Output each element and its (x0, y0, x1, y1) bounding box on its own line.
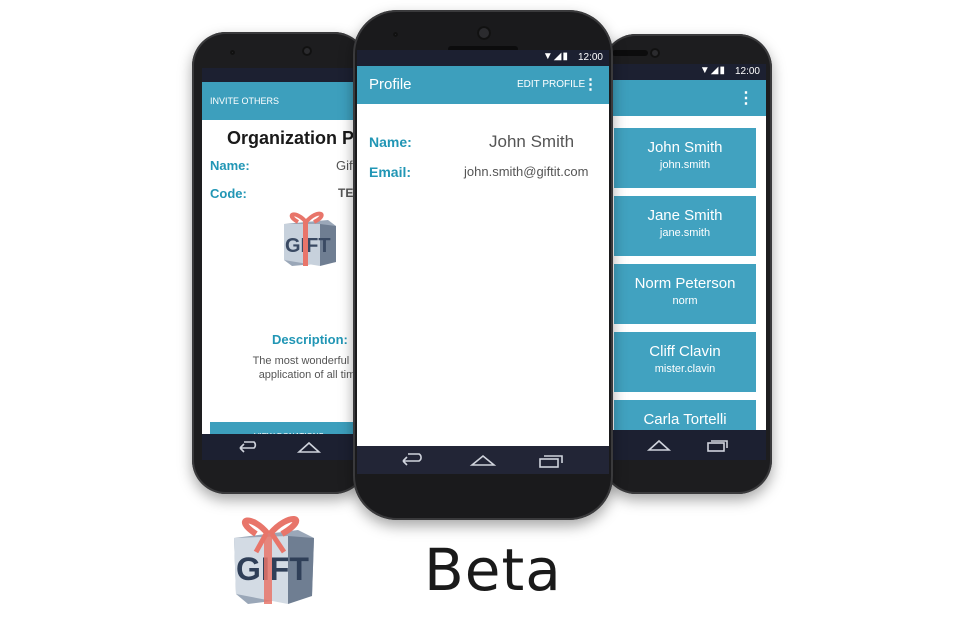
toolbar: INVITE OTHERS (202, 82, 368, 120)
status-bar: ▼◢▮ 12:00 (608, 64, 766, 80)
user-username: john.smith (659, 159, 711, 171)
status-time: 12:00 (734, 66, 760, 77)
list-item[interactable]: Cliff Clavin mister.clavin (614, 332, 756, 392)
right-phone: ▼◢▮ 12:00 ⋮ John Smith john.smith Jane S… (602, 34, 772, 494)
description-label: Description: (272, 332, 348, 347)
nav-bar (608, 430, 766, 460)
nav-bar (357, 446, 609, 474)
status-bar: ▼◢▮ 12:00 (357, 50, 609, 66)
name-value: John Smith (489, 132, 575, 151)
gift-logo: GIFT (284, 211, 336, 266)
recents-icon[interactable] (537, 451, 565, 469)
list-item[interactable]: Jane Smith jane.smith (614, 196, 756, 256)
code-label: Code: (210, 186, 247, 201)
toolbar: Profile EDIT PROFILE ⋮ (357, 66, 609, 104)
email-label: Email: (369, 164, 412, 180)
description-text: The most wonderful m application of all … (252, 355, 362, 381)
back-icon[interactable] (399, 451, 425, 469)
user-name: Jane Smith (647, 207, 723, 224)
name-label: Name: (210, 158, 250, 173)
user-name: John Smith (647, 139, 723, 156)
center-phone: ▼◢▮ 12:00 Profile EDIT PROFILE ⋮ Name: J… (353, 10, 613, 520)
left-phone: INVITE OTHERS Organization Pr Name: Gift… (192, 32, 368, 494)
nav-bar (202, 434, 368, 460)
user-username: mister.clavin (654, 363, 716, 375)
front-camera (650, 48, 660, 58)
name-label: Name: (369, 134, 412, 150)
home-icon[interactable] (469, 451, 497, 469)
toolbar: ⋮ (608, 80, 766, 116)
recents-icon[interactable] (704, 436, 730, 454)
overflow-menu-icon[interactable]: ⋮ (738, 88, 754, 108)
invite-others-button[interactable]: INVITE OTHERS (210, 96, 279, 106)
toolbar-title: Profile (369, 76, 412, 93)
front-camera (477, 26, 491, 40)
center-screen: ▼◢▮ 12:00 Profile EDIT PROFILE ⋮ Name: J… (357, 50, 609, 474)
signal-icon: ▼◢▮ (542, 51, 569, 62)
list-item[interactable]: John Smith john.smith (614, 128, 756, 188)
status-time: 12:00 (577, 52, 603, 63)
sensor (393, 32, 398, 37)
sensor (230, 50, 235, 55)
overflow-menu-icon[interactable]: ⋮ (583, 75, 598, 93)
page-title: Organization Pr (227, 128, 362, 148)
logo-lettering: GIFT (236, 551, 309, 587)
signal-icon: ▼◢▮ (699, 65, 726, 76)
beta-caption: Beta (424, 536, 562, 604)
list-item[interactable]: Norm Peterson norm (614, 264, 756, 324)
right-screen: ▼◢▮ 12:00 ⋮ John Smith john.smith Jane S… (608, 64, 766, 460)
edit-profile-button[interactable]: EDIT PROFILE (517, 79, 585, 90)
left-screen: INVITE OTHERS Organization Pr Name: Gift… (202, 68, 368, 460)
email-value: john.smith@giftit.com (464, 164, 589, 179)
user-username: norm (672, 295, 698, 307)
user-name: Cliff Clavin (649, 343, 721, 360)
status-bar (202, 68, 368, 82)
giftit-logo-large: GIFT (234, 516, 314, 604)
user-username: jane.smith (659, 227, 711, 239)
front-camera (302, 46, 312, 56)
speaker (612, 50, 648, 56)
home-icon[interactable] (296, 438, 322, 456)
user-name: Carla Tortelli (643, 411, 727, 428)
user-name: Norm Peterson (634, 275, 736, 292)
home-icon[interactable] (646, 436, 672, 454)
back-icon[interactable] (236, 438, 260, 456)
